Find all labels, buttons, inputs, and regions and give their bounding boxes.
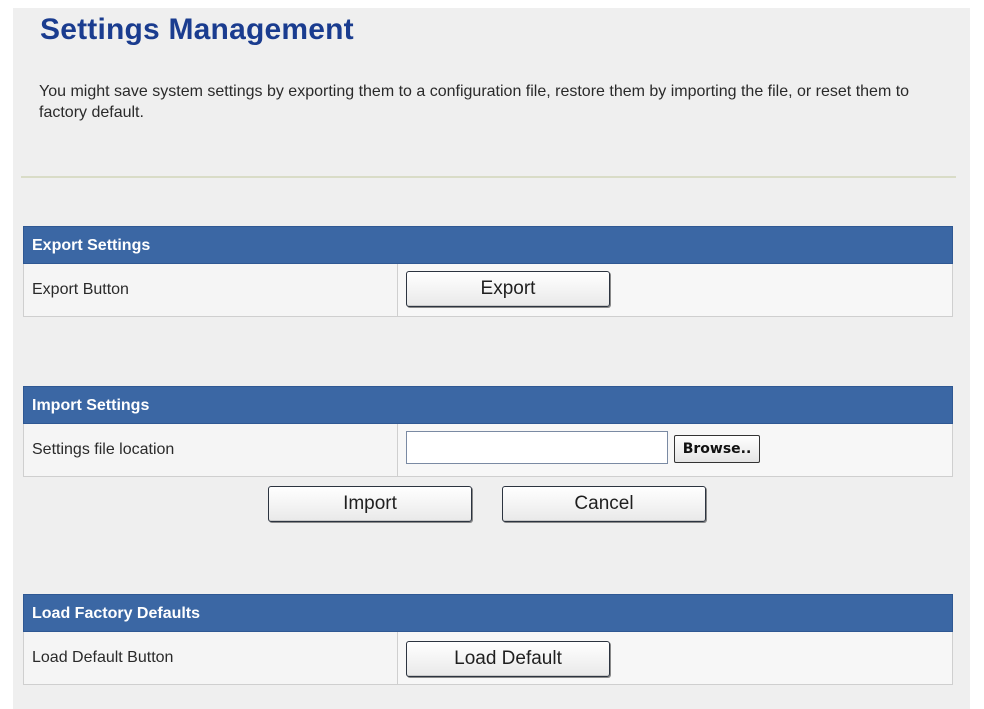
export-settings-section: Export Settings Export Button Export [23,226,953,317]
page-description: You might save system settings by export… [39,83,910,121]
import-settings-section: Import Settings Settings file location B… [23,386,953,477]
divider [21,176,956,178]
import-label: Settings file location [24,424,398,476]
export-label: Export Button [24,264,398,316]
settings-file-input[interactable] [406,431,668,464]
import-value-cell: Browse.. [398,424,952,476]
settings-page: Settings Management You might save syste… [13,8,970,709]
load-default-label: Load Default Button [24,632,398,684]
factory-defaults-header: Load Factory Defaults [23,594,953,632]
export-settings-header: Export Settings [23,226,953,264]
export-row: Export Button Export [23,264,953,317]
export-value-cell: Export [398,264,952,316]
import-row: Settings file location Browse.. [23,424,953,477]
cancel-button[interactable]: Cancel [502,486,706,522]
factory-row: Load Default Button Load Default [23,632,953,685]
factory-defaults-section: Load Factory Defaults Load Default Butto… [23,594,953,685]
page-title: Settings Management [40,13,354,46]
browse-button[interactable]: Browse.. [674,435,760,463]
load-default-button[interactable]: Load Default [406,641,610,677]
export-button[interactable]: Export [406,271,610,307]
import-button[interactable]: Import [268,486,472,522]
factory-value-cell: Load Default [398,632,952,684]
import-settings-header: Import Settings [23,386,953,424]
